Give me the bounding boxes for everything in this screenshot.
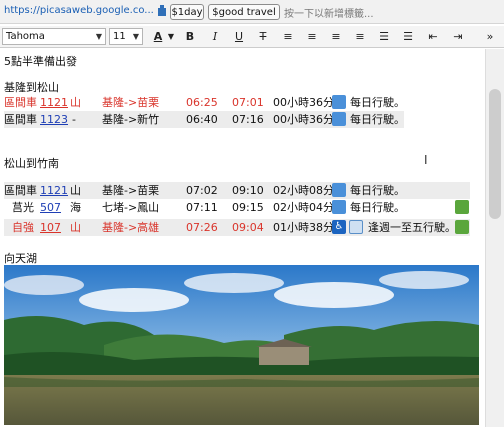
line-cell: 山 [70, 184, 81, 197]
train-number-link[interactable]: 507 [40, 199, 61, 216]
underline-icon[interactable]: U [231, 29, 247, 45]
bold-icon[interactable]: B [182, 29, 198, 45]
duration-cell: 00小時36分 [273, 96, 334, 109]
photo-url-link[interactable]: https://picasaweb.google.co... [4, 5, 156, 20]
train-type: 莒光 [12, 201, 34, 214]
chevron-down-icon[interactable]: ▼ [163, 29, 179, 45]
departure-cell: 06:40 [186, 113, 218, 126]
route-cell: 基隆->苗栗 [102, 184, 160, 197]
font-family-select[interactable]: Tahoma ▼ [2, 28, 106, 45]
tag-icon [158, 5, 166, 16]
table-row: 區間車 1121 山 基隆->苗栗 06:25 07:01 00小時36分 每日… [4, 94, 405, 111]
section-title: 基隆到松山 [4, 81, 59, 94]
route-cell: 基隆->高雄 [102, 221, 160, 234]
table-row: 自強 107 山 基隆->高雄 07:26 09:04 01小時38分 ♿ 逢週… [4, 219, 470, 236]
tag-1day[interactable]: $1day [170, 4, 204, 20]
arrival-cell: 07:16 [232, 113, 264, 126]
departure-cell: 07:26 [186, 221, 218, 234]
route-cell: 基隆->苗栗 [102, 96, 160, 109]
section-title: 松山到竹南 [4, 157, 59, 170]
bullet-list-icon[interactable]: ☰ [400, 29, 416, 45]
font-size-select[interactable]: 11 ▼ [109, 28, 143, 45]
font-family-value: Tahoma [6, 31, 45, 42]
font-size-value: 11 [113, 31, 126, 42]
editor-toolbar: Tahoma ▼ 11 ▼ A ▼ B I U T ≡ ≡ ≡ ≡ ☰ ☰ ⇤ ⇥ … [0, 26, 504, 48]
strikethrough-icon[interactable]: T [255, 29, 271, 45]
section-title: 向天湖 [4, 252, 37, 265]
chevron-down-icon: ▼ [132, 32, 139, 41]
train-number-link[interactable]: 1121 [40, 94, 68, 111]
table-row: 區間車 1123 - 基隆->新竹 06:40 07:16 00小時36分 每日… [4, 111, 405, 128]
vertical-scrollbar[interactable] [485, 49, 504, 427]
arrival-cell: 07:01 [232, 96, 264, 109]
add-tag-hint[interactable]: 按一下以新增標籤... [284, 5, 374, 20]
table-row: 區間車 1121 山 基隆->苗栗 07:02 09:10 02小時08分 每日… [4, 182, 470, 199]
departure-cell: 07:11 [186, 201, 218, 214]
train-number-link[interactable]: 1123 [40, 111, 68, 128]
tag-bar: https://picasaweb.google.co... $1day $go… [0, 0, 504, 24]
line-cell: 山 [70, 96, 81, 109]
bicycle-icon [349, 220, 363, 234]
text-cursor-icon: I [424, 153, 428, 167]
duration-cell: 02小時04分 [273, 201, 334, 214]
italic-icon[interactable]: I [207, 29, 223, 45]
align-center-icon[interactable]: ≡ [304, 29, 320, 45]
editor-content[interactable]: 5點半準備出發 基隆到松山 區間車 1121 山 基隆->苗栗 06:25 07… [0, 49, 484, 427]
train-type: 區間車 [4, 96, 37, 109]
wheelchair-icon: ♿ [332, 220, 346, 234]
lake-photo [4, 265, 479, 425]
more-icon[interactable]: » [482, 29, 498, 45]
line-cell: 海 [70, 201, 81, 214]
heading-text: 5點半準備出發 [4, 55, 77, 68]
arrival-cell: 09:04 [232, 221, 264, 234]
scrollbar-thumb[interactable] [489, 89, 501, 219]
line-cell: 山 [70, 221, 81, 234]
line-cell: - [72, 113, 76, 126]
bike-friendly-icon [455, 200, 469, 214]
train-icon [332, 95, 346, 109]
route-cell: 七堵->鳳山 [102, 201, 160, 214]
train-type: 區間車 [4, 113, 37, 126]
tag-good-travel[interactable]: $good travel [208, 4, 280, 20]
train-icon [332, 200, 346, 214]
bike-friendly-icon [455, 220, 469, 234]
outdent-icon[interactable]: ⇤ [425, 29, 441, 45]
chevron-down-icon: ▼ [95, 32, 102, 41]
duration-cell: 01小時38分 [273, 221, 334, 234]
arrival-cell: 09:10 [232, 184, 264, 197]
note-cell: 每日行駛。 [350, 96, 405, 109]
note-cell: 每日行駛。 [350, 184, 405, 197]
align-right-icon[interactable]: ≡ [328, 29, 344, 45]
train-number-link[interactable]: 1121 [40, 182, 68, 199]
train-icon [332, 183, 346, 197]
departure-cell: 06:25 [186, 96, 218, 109]
numbered-list-icon[interactable]: ☰ [376, 29, 392, 45]
train-icon [332, 112, 346, 126]
note-cell: 每日行駛。 [350, 201, 405, 214]
note-cell: 逢週一至五行駛。 [368, 221, 456, 234]
departure-cell: 07:02 [186, 184, 218, 197]
train-type: 區間車 [4, 184, 37, 197]
indent-icon[interactable]: ⇥ [450, 29, 466, 45]
duration-cell: 00小時36分 [273, 113, 334, 126]
duration-cell: 02小時08分 [273, 184, 334, 197]
table-row: 莒光 507 海 七堵->鳳山 07:11 09:15 02小時04分 每日行駛… [4, 199, 470, 216]
note-cell: 每日行駛。 [350, 113, 405, 126]
train-number-link[interactable]: 107 [40, 219, 61, 236]
arrival-cell: 09:15 [232, 201, 264, 214]
route-cell: 基隆->新竹 [102, 113, 160, 126]
align-left-icon[interactable]: ≡ [280, 29, 296, 45]
justify-icon[interactable]: ≡ [352, 29, 368, 45]
train-type: 自強 [12, 221, 34, 234]
